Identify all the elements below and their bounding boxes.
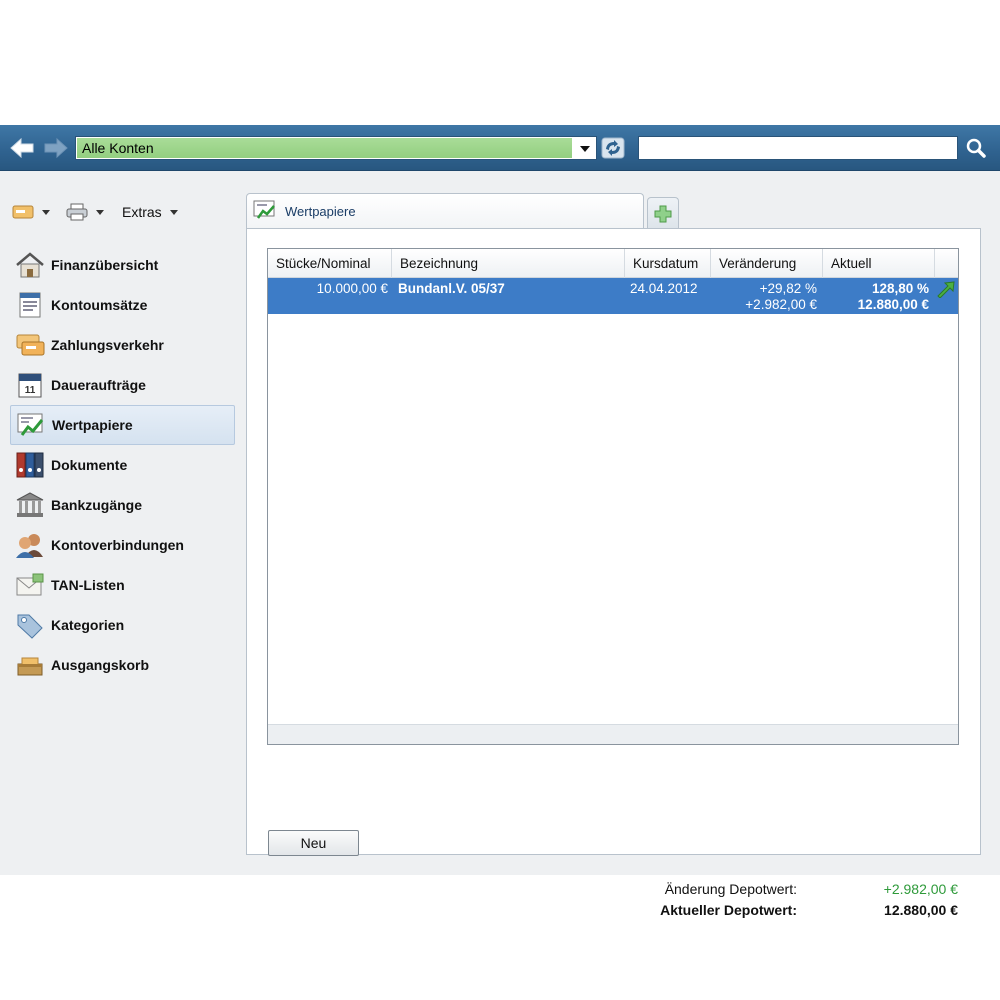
search-icon <box>966 138 986 158</box>
tab-wertpapiere[interactable]: Wertpapiere <box>246 193 644 229</box>
sidebar-item-finanzuebersicht[interactable]: Finanzübersicht <box>10 245 235 285</box>
sidebar-item-label: Ausgangskorb <box>51 657 150 673</box>
sidebar-item-tan-listen[interactable]: TAN-Listen <box>10 565 235 605</box>
app-window: Alle Konten Extras Finanzübersicht Konto… <box>0 125 1000 918</box>
new-button[interactable]: Neu <box>268 830 359 856</box>
arrow-right-icon <box>44 137 68 159</box>
print-menu-button[interactable] <box>66 203 104 221</box>
column-header-nominal[interactable]: Stücke/Nominal <box>268 249 392 278</box>
chevron-down-icon <box>580 146 590 152</box>
column-header-kursdatum[interactable]: Kursdatum <box>625 249 711 278</box>
securities-chart-icon <box>253 199 277 224</box>
search-input[interactable] <box>638 136 958 160</box>
plus-icon <box>654 205 672 222</box>
cell-aktuell-pct: 128,80 % <box>871 281 929 296</box>
sidebar-item-label: Dokumente <box>51 457 128 473</box>
sidebar-item-label: Kategorien <box>51 617 125 633</box>
chevron-down-icon <box>96 209 104 215</box>
securities-table: Stücke/Nominal Bezeichnung Kursdatum Ver… <box>267 248 959 745</box>
envelope-icon <box>14 569 46 601</box>
cell-aktuell-abs: 12.880,00 € <box>857 297 929 312</box>
current-value: 12.880,00 € <box>884 902 958 918</box>
sidebar-item-label: Daueraufträge <box>51 377 146 393</box>
cell-bezeichnung: Bundanl.V. 05/37 <box>398 281 505 296</box>
column-header-bezeichnung[interactable]: Bezeichnung <box>392 249 625 278</box>
sidebar-item-dokumente[interactable]: Dokumente <box>10 445 235 485</box>
sidebar: Finanzübersicht Kontoumsätze Zahlungsver… <box>10 245 235 685</box>
sidebar-item-label: Kontoumsätze <box>51 297 148 313</box>
extras-menu-button[interactable]: Extras <box>122 204 178 220</box>
sidebar-item-label: Kontoverbindungen <box>51 537 184 553</box>
sidebar-item-bankzugaenge[interactable]: Bankzugänge <box>10 485 235 525</box>
column-header-aktuell[interactable]: Aktuell <box>823 249 935 278</box>
svg-text:11: 11 <box>25 385 36 396</box>
top-bar: Alle Konten <box>0 125 1000 171</box>
tag-icon <box>14 609 46 641</box>
sidebar-item-label: Zahlungsverkehr <box>51 337 164 353</box>
change-value-label: Änderung Depotwert: <box>664 881 797 897</box>
chevron-down-icon <box>42 209 50 215</box>
chevron-down-icon <box>169 209 178 215</box>
column-header-veraenderung[interactable]: Veränderung <box>711 249 823 278</box>
outbox-icon <box>14 649 46 681</box>
arrow-left-icon <box>10 137 34 159</box>
transfer-icon <box>14 329 46 361</box>
table-row[interactable]: 10.000,00 € Bundanl.V. 05/37 24.04.2012 … <box>268 278 958 314</box>
trend-up-arrow-icon <box>937 281 955 298</box>
tab-label: Wertpapiere <box>285 204 356 219</box>
sync-button[interactable] <box>600 136 626 160</box>
sidebar-item-zahlungsverkehr[interactable]: Zahlungsverkehr <box>10 325 235 365</box>
table-footer <box>268 724 958 744</box>
calendar-icon: 11 <box>14 369 46 401</box>
sidebar-item-label: Wertpapiere <box>52 417 133 433</box>
account-select-value: Alle Konten <box>77 138 572 158</box>
search-button[interactable] <box>962 135 990 161</box>
back-button[interactable] <box>8 134 36 162</box>
house-icon <box>14 249 46 281</box>
bank-icon <box>14 489 46 521</box>
sidebar-item-wertpapiere[interactable]: Wertpapiere <box>10 405 235 445</box>
forward-button[interactable] <box>42 134 70 162</box>
card-menu-button[interactable] <box>12 204 50 220</box>
cell-kursdatum: 24.04.2012 <box>630 281 698 296</box>
extras-label: Extras <box>122 204 162 220</box>
securities-panel: Stücke/Nominal Bezeichnung Kursdatum Ver… <box>246 228 981 918</box>
sidebar-item-dauerauftraege[interactable]: 11 Daueraufträge <box>10 365 235 405</box>
binders-icon <box>14 449 46 481</box>
securities-chart-icon <box>15 409 47 441</box>
current-value-label: Aktueller Depotwert: <box>660 902 797 918</box>
printer-icon <box>66 203 88 221</box>
contacts-icon <box>14 529 46 561</box>
statement-icon <box>14 289 46 321</box>
account-select[interactable]: Alle Konten <box>75 136 597 160</box>
cell-veraenderung-abs: +2.982,00 € <box>745 297 817 312</box>
cell-veraenderung-pct: +29,82 % <box>759 281 817 296</box>
sidebar-item-kategorien[interactable]: Kategorien <box>10 605 235 645</box>
sidebar-item-ausgangskorb[interactable]: Ausgangskorb <box>10 645 235 685</box>
toolbar: Extras <box>12 201 178 223</box>
table-header: Stücke/Nominal Bezeichnung Kursdatum Ver… <box>268 249 958 278</box>
card-icon <box>12 205 34 219</box>
sidebar-item-kontoverbindungen[interactable]: Kontoverbindungen <box>10 525 235 565</box>
sidebar-item-label: TAN-Listen <box>51 577 125 593</box>
sync-icon <box>601 137 625 159</box>
sidebar-item-label: Finanzübersicht <box>51 257 159 273</box>
cell-nominal: 10.000,00 € <box>316 281 388 296</box>
sidebar-item-label: Bankzugänge <box>51 497 143 513</box>
sidebar-item-kontoumsaetze[interactable]: Kontoumsätze <box>10 285 235 325</box>
change-value: +2.982,00 € <box>883 881 958 897</box>
add-tab-button[interactable] <box>647 197 679 229</box>
